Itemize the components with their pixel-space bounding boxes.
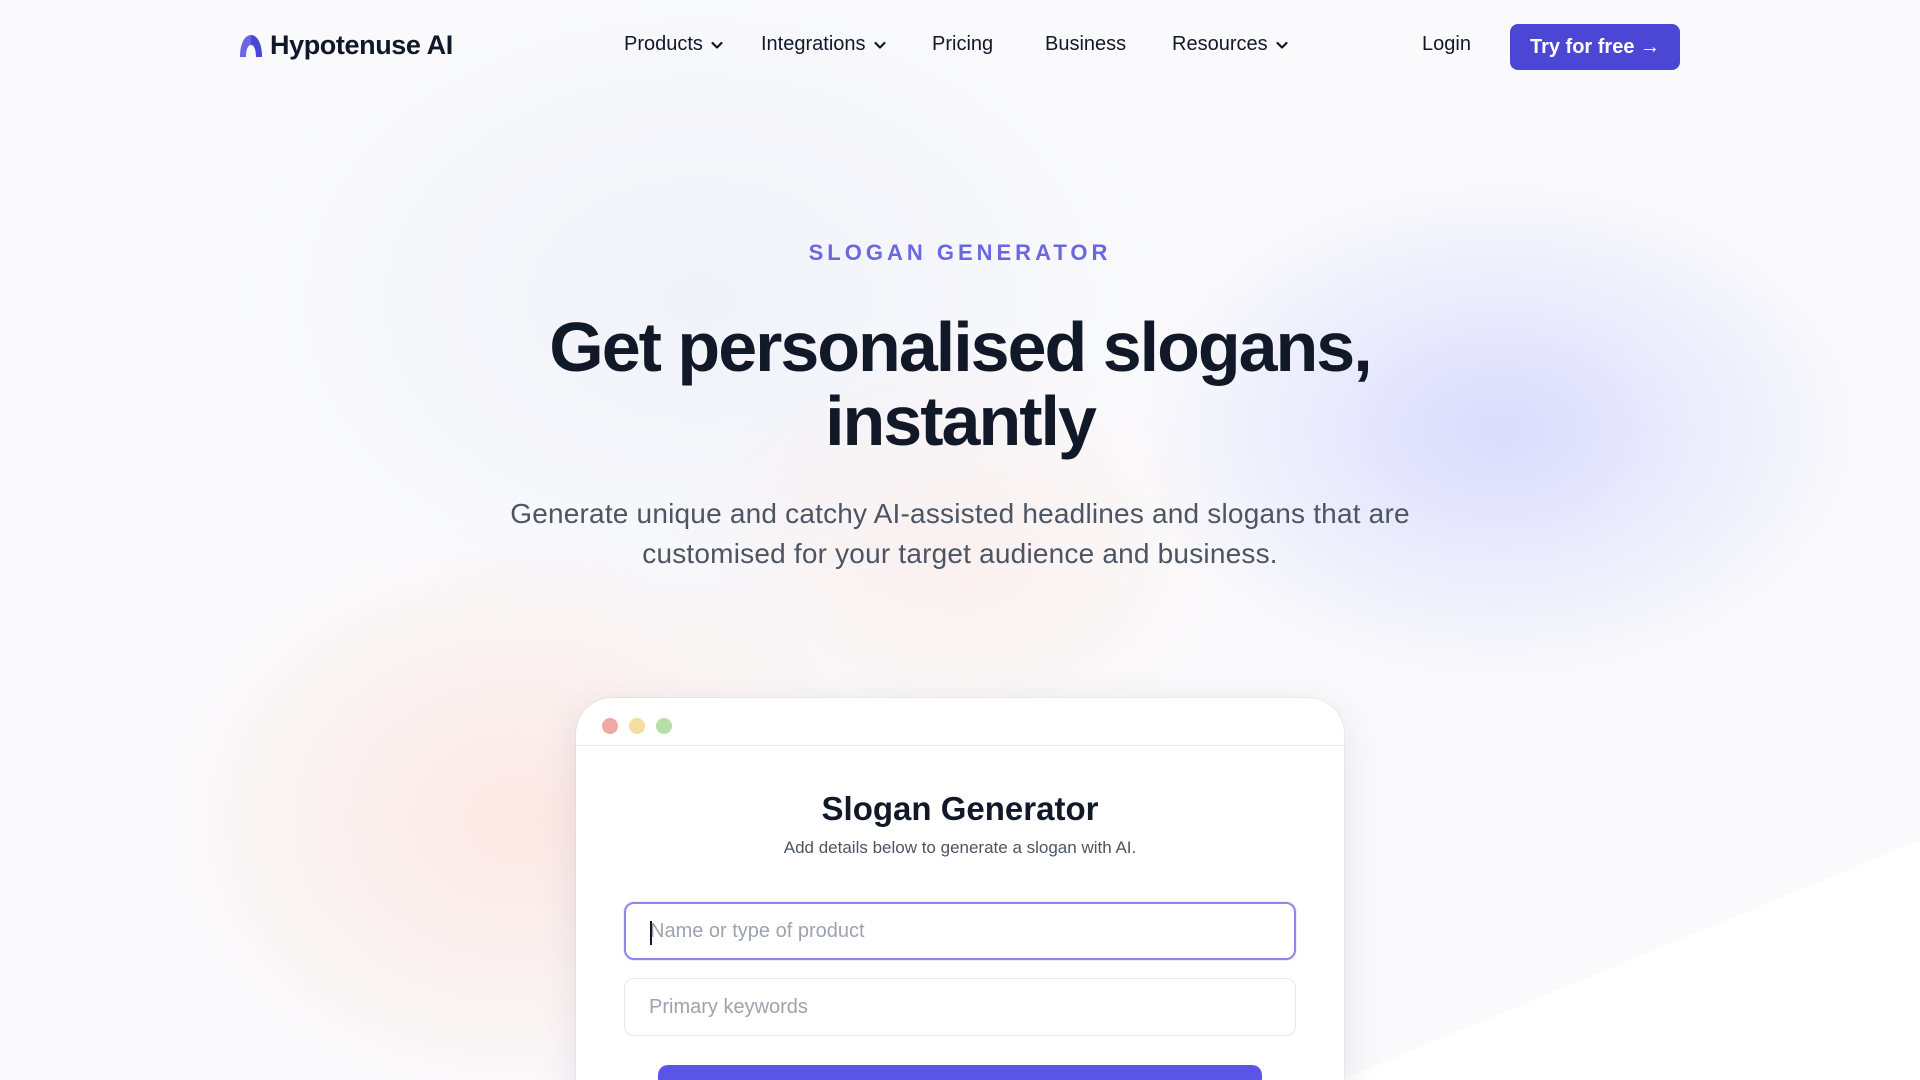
nav-item-label: Products: [624, 33, 703, 55]
nav-item-resources[interactable]: Resources: [1172, 33, 1289, 56]
hero-eyebrow: SLOGAN GENERATOR: [808, 240, 1112, 265]
chevron-down-icon: [873, 41, 886, 49]
window-dot-yellow: [629, 718, 645, 734]
chevron-down-icon: [711, 41, 723, 49]
hypotenuse-logo-icon: [240, 34, 262, 57]
nav-item-business[interactable]: Business: [1045, 33, 1126, 56]
tool-title: Slogan Generator: [821, 790, 1099, 827]
nav-item-pricing[interactable]: Pricing: [932, 33, 993, 56]
nav-item-integrations[interactable]: Integrations: [761, 33, 887, 56]
nav-item-label: Resources: [1172, 33, 1268, 55]
tool-subtitle: Add details below to generate a slogan w…: [783, 838, 1137, 857]
nav-item-label: Integrations: [761, 33, 866, 55]
window-dot-green: [656, 718, 672, 734]
generate-slogan-button[interactable]: [658, 1065, 1262, 1080]
nav-item-label: Pricing: [932, 33, 994, 55]
hero-subheading: Generate unique and catchy AI-assisted h…: [510, 498, 1410, 569]
product-name-input[interactable]: [624, 902, 1296, 960]
top-navigation: Hypotenuse AI Products Integrations Pric…: [0, 0, 1920, 94]
primary-keywords-input[interactable]: [624, 978, 1296, 1036]
window-titlebar: [576, 698, 1344, 746]
brand-logo[interactable]: Hypotenuse AI: [238, 30, 453, 61]
page: Hypotenuse AI Products Integrations Pric…: [0, 0, 1920, 1080]
hero-headline: Get personalised slogans, instantly: [549, 308, 1372, 460]
nav-item-products[interactable]: Products: [624, 33, 724, 56]
login-link[interactable]: Login: [1422, 33, 1471, 56]
text-caret: [650, 921, 652, 945]
slogan-generator-card: Slogan Generator Add details below to ge…: [576, 698, 1344, 1080]
nav-item-label: Business: [1045, 33, 1127, 55]
chevron-down-icon: [1276, 41, 1288, 49]
brand-name: Hypotenuse AI: [270, 30, 453, 60]
window-dot-red: [602, 718, 618, 734]
try-for-free-button[interactable]: Try for free →: [1510, 24, 1680, 70]
